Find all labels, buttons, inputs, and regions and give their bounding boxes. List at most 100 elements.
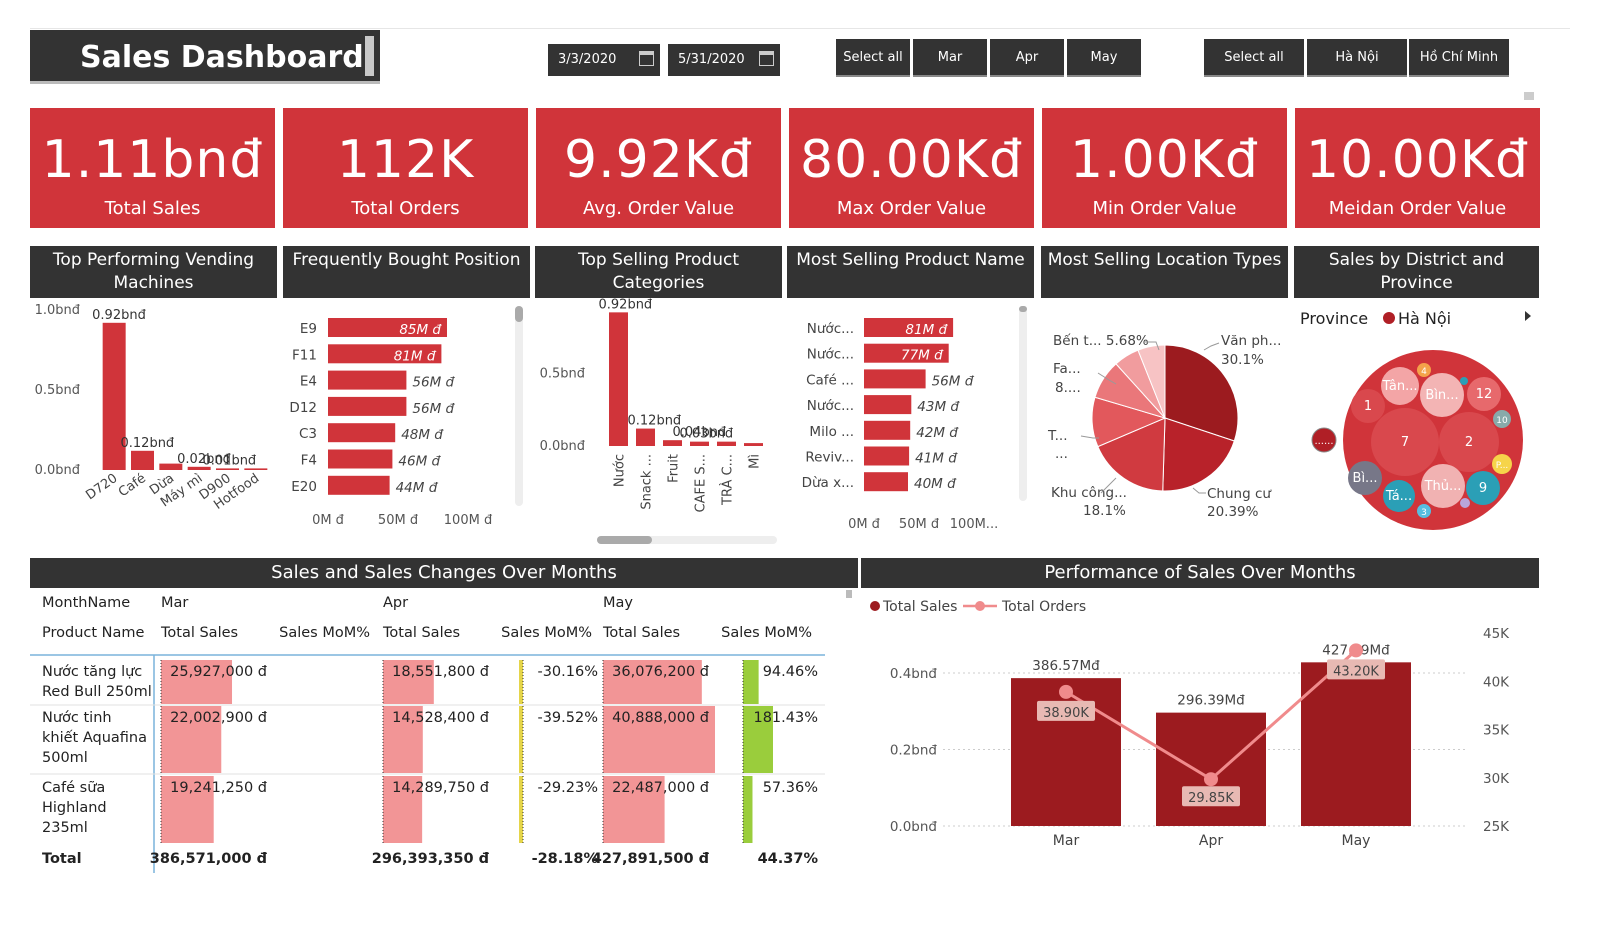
category-label: Milo ... <box>809 424 854 440</box>
end-date-input[interactable]: 5/31/2020 <box>668 44 780 76</box>
bubble-label: 7 <box>1401 435 1409 450</box>
x-tick-label: Snack ... <box>640 454 655 510</box>
kpi-value: 80.00Kđ <box>800 130 1023 190</box>
month-slicer-mar[interactable]: Mar <box>913 39 987 77</box>
category-label: Café ... <box>806 372 854 388</box>
header-total-sales: Total Sales <box>160 625 238 641</box>
location-panel-title: Most Selling Location Types <box>1041 246 1288 298</box>
city-slicer-ha-noi[interactable]: Hà Nội <box>1307 39 1407 77</box>
calendar-icon[interactable] <box>639 51 654 66</box>
chart-bar <box>244 468 268 470</box>
sales-bar <box>1301 662 1411 826</box>
pie-label: 8.... <box>1055 380 1081 396</box>
y-tick-right: 25K <box>1483 819 1510 835</box>
legend-item: Total Sales <box>882 599 957 615</box>
bubble-label: Tá... <box>1385 489 1412 504</box>
y-tick-left: 0.0bnđ <box>890 819 938 835</box>
calendar-icon[interactable] <box>759 51 774 66</box>
sales-bar <box>1156 712 1266 826</box>
chart-bar <box>328 396 407 416</box>
sales-cell: 22,002,900 đ <box>170 710 267 726</box>
total-sales-cell: 427,891,500 đ <box>592 851 710 867</box>
header-month: Apr <box>383 595 408 611</box>
start-date-input[interactable]: 3/3/2020 <box>548 44 660 76</box>
kpi-label: Min Order Value <box>1092 198 1237 219</box>
kpi-avg-order-value: 9.92Kđ Avg. Order Value <box>536 108 781 228</box>
horizontal-scrollbar-thumb <box>597 536 652 544</box>
legend-item: Hà Nội <box>1398 309 1451 328</box>
data-label: 0.12bnđ <box>121 436 175 451</box>
product-categories-chart: 0.5bnđ0.0bnđ0.92bnđNước0.12bnđSnack ...0… <box>540 298 777 544</box>
bubble-label: 12 <box>1476 387 1493 402</box>
month-slicer-select-all[interactable]: Select all <box>836 39 910 77</box>
month-slicer-apr[interactable]: Apr <box>990 39 1064 77</box>
product-name-cell: 235ml <box>42 820 88 836</box>
bought-position-chart: E9 85M đ F11 81M đ E4 56M đ D12 56M đ C3 48M đ F4 4… <box>289 306 523 528</box>
header-month: Mar <box>161 595 188 611</box>
data-bar-mom <box>519 776 523 843</box>
table-scrollbar[interactable] <box>846 590 852 598</box>
bubble-label: 1 <box>1364 399 1372 414</box>
district-bubble <box>1460 377 1468 385</box>
mom-cell: 94.46% <box>763 664 818 680</box>
title-accent-bar <box>365 36 374 76</box>
category-label: D12 <box>289 400 317 416</box>
bubble-label: 4 <box>1421 367 1427 377</box>
x-tick-label: Nước <box>613 454 628 487</box>
bubble-label: 10 <box>1496 416 1508 426</box>
y-tick-right: 30K <box>1483 771 1510 787</box>
district-bubble <box>1460 498 1470 508</box>
x-tick-label: Mì <box>748 454 763 469</box>
category-label: Reviv... <box>805 450 854 466</box>
dashboard-title-box: Sales Dashboard <box>30 30 380 84</box>
kpi-total-sales: 1.11bnđ Total Sales <box>30 108 275 228</box>
product-name-cell: Red Bull 250ml <box>42 684 152 700</box>
location-types-chart: Văn ph... 30.1% Chung cư 20.39% Khu công... 1… <box>1047 332 1281 520</box>
bubble-label: Thủ... <box>1424 479 1462 494</box>
category-label: Nước... <box>807 321 854 337</box>
orders-data-label: 38.90K <box>1043 706 1089 721</box>
legend-next-icon <box>1525 311 1531 321</box>
bubble-label: Tân... <box>1381 379 1417 394</box>
bubble-label: P... <box>1496 461 1509 471</box>
kpi-label: Meidan Order Value <box>1328 198 1507 219</box>
orders-point <box>1204 772 1218 787</box>
y-tick-right: 45K <box>1483 626 1510 642</box>
orders-point <box>1349 643 1363 658</box>
pie-leader-line <box>1203 342 1220 351</box>
data-label: 40M đ <box>914 476 957 492</box>
vertical-scrollbar <box>1019 306 1027 501</box>
chart-bar <box>864 472 908 492</box>
header-total-sales: Total Sales <box>382 625 460 641</box>
legend-item: Total Orders <box>1001 599 1086 615</box>
table-panel-title: Sales and Sales Changes Over Months <box>30 558 858 588</box>
mom-cell: -30.16% <box>537 664 598 680</box>
city-slicer-select-all[interactable]: Select all <box>1204 39 1304 77</box>
data-label: 56M đ <box>412 401 455 417</box>
y-tick-label: 1.0bnđ <box>35 303 81 318</box>
legend-title: Province <box>1300 309 1368 328</box>
pie-label: Văn ph... <box>1221 333 1281 349</box>
data-label: 48M đ <box>401 427 444 443</box>
data-label: 56M đ <box>412 375 455 391</box>
vertical-scrollbar <box>515 306 523 506</box>
header-total-sales: Total Sales <box>602 625 680 641</box>
product-name-cell: 500ml <box>42 750 88 766</box>
pie-label: Bến t... 5.68% <box>1053 332 1149 349</box>
pie-label: 20.39% <box>1207 504 1259 520</box>
kpi-value: 1.00Kđ <box>1070 130 1259 190</box>
x-tick-label: 0M đ <box>312 513 345 528</box>
chart-bar <box>744 443 763 446</box>
data-label: 81M đ <box>905 322 948 338</box>
month-slicer-may[interactable]: May <box>1067 39 1141 77</box>
city-slicer-ho-chi-minh[interactable]: Hồ Chí Minh <box>1409 39 1509 77</box>
kpi-total-orders: 112K Total Orders <box>283 108 528 228</box>
product-name-cell: Highland <box>42 800 107 816</box>
mom-cell: -29.23% <box>537 780 598 796</box>
position-panel-title: Frequently Bought Position <box>283 246 530 298</box>
kpi-median-order-value: 10.00Kđ Meidan Order Value <box>1295 108 1540 228</box>
page-title: Sales Dashboard <box>80 40 364 75</box>
x-tick-label: 100M đ <box>444 513 493 528</box>
total-mom-cell: -28.18% <box>532 851 599 867</box>
vending-panel-title: Top Performing Vending Machines <box>30 246 277 298</box>
